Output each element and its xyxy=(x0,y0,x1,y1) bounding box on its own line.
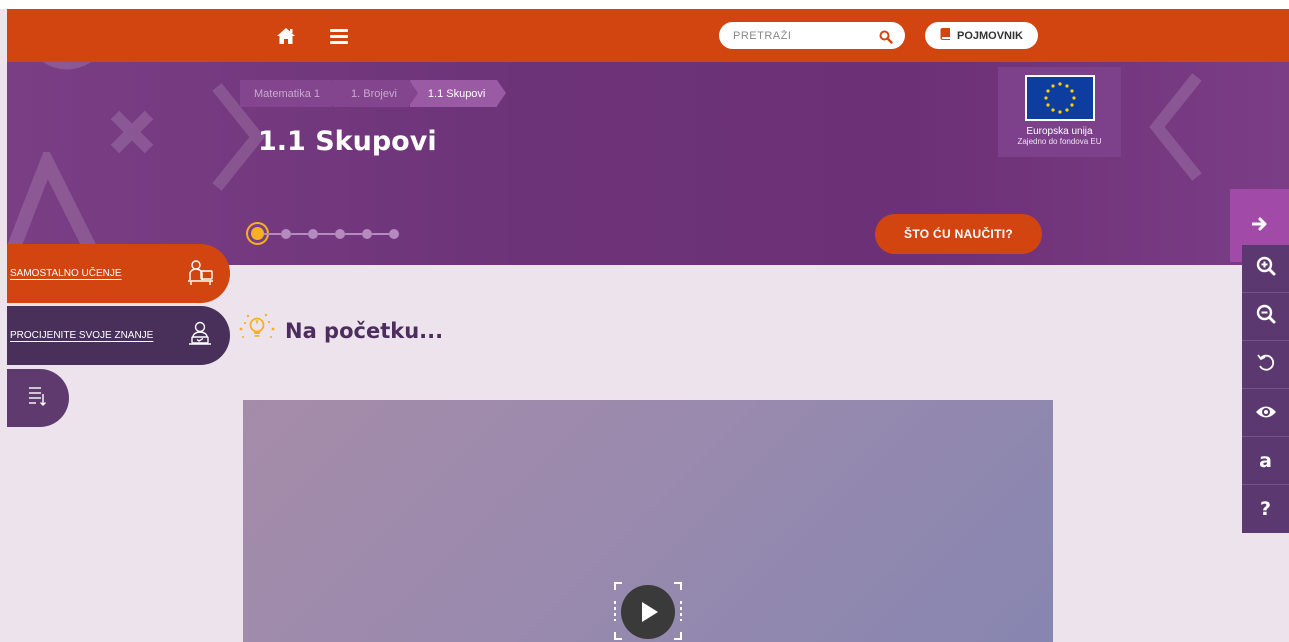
search-input[interactable] xyxy=(733,29,863,42)
step-dot[interactable] xyxy=(308,228,318,239)
step-dot[interactable] xyxy=(335,228,345,239)
eu-sublabel: Zajedno do fondova EU xyxy=(1017,137,1102,146)
step-dot[interactable] xyxy=(281,228,291,239)
play-button[interactable] xyxy=(612,580,684,642)
breadcrumb-item[interactable]: 1. Brojevi xyxy=(333,80,418,107)
help-button[interactable]: ? xyxy=(1242,485,1289,533)
video-player[interactable] xyxy=(243,400,1053,642)
student-test-icon xyxy=(186,320,214,348)
breadcrumb-item-current[interactable]: 1.1 Skupovi xyxy=(409,80,507,107)
search-box xyxy=(719,22,905,49)
zoom-out-icon xyxy=(1256,304,1276,329)
arrow-right-icon xyxy=(1251,216,1268,235)
book-icon xyxy=(940,28,951,43)
step-connector xyxy=(372,232,389,235)
zoom-out-button[interactable] xyxy=(1242,293,1289,341)
arc-decoration xyxy=(42,62,92,70)
home-icon[interactable] xyxy=(273,23,299,49)
hero-banner: Matematika 1 1. Brojevi 1.1 Skupovi 1.1 … xyxy=(7,62,1289,265)
zigzag-decoration-right xyxy=(1149,73,1202,181)
reset-icon xyxy=(1256,352,1276,377)
reset-button[interactable] xyxy=(1242,341,1289,389)
eu-label: Europska unija xyxy=(1026,126,1093,137)
help-icon: ? xyxy=(1259,498,1272,520)
glossary-button[interactable]: POJMOVNIK xyxy=(925,22,1038,49)
student-desk-icon xyxy=(186,258,214,286)
section-title: Na početku... xyxy=(285,319,444,343)
step-dot[interactable] xyxy=(362,228,372,239)
font-icon: a xyxy=(1259,449,1272,472)
step-connector xyxy=(291,232,308,235)
font-button[interactable]: a xyxy=(1242,437,1289,485)
step-connector xyxy=(345,232,362,235)
eu-logo: Europska unija Zajedno do fondova EU xyxy=(998,67,1121,157)
zoom-in-button[interactable] xyxy=(1242,245,1289,293)
step-dot-current[interactable] xyxy=(251,227,264,240)
contents-tab[interactable] xyxy=(7,369,69,427)
top-navbar: POJMOVNIK xyxy=(7,9,1289,62)
zoom-in-icon xyxy=(1256,256,1276,281)
eye-icon xyxy=(1255,402,1277,424)
assess-knowledge-label: PROCIJENITE SVOJE ZNANJE xyxy=(10,330,154,341)
glossary-label: POJMOVNIK xyxy=(956,29,1023,42)
breadcrumb-item[interactable]: Matematika 1 xyxy=(240,80,342,107)
section-heading: Na početku... xyxy=(237,312,443,350)
self-study-tab[interactable]: SAMOSTALNO UČENJE xyxy=(7,244,230,303)
step-connector xyxy=(318,232,335,235)
self-study-label: SAMOSTALNO UČENJE xyxy=(10,268,122,279)
search-icon[interactable] xyxy=(879,29,893,44)
assess-knowledge-tab[interactable]: PROCIJENITE SVOJE ZNANJE xyxy=(7,306,230,365)
eu-flag-icon xyxy=(1024,75,1095,121)
accessibility-toolbar: a ? xyxy=(1242,245,1289,533)
what-will-i-learn-button[interactable]: ŠTO ĆU NAUČITI? xyxy=(875,214,1042,254)
step-progress xyxy=(251,227,399,240)
page-title: 1.1 Skupovi xyxy=(258,126,437,157)
step-dot[interactable] xyxy=(389,228,399,239)
lightbulb-icon xyxy=(237,312,277,350)
contrast-button[interactable] xyxy=(1242,389,1289,437)
step-connector xyxy=(264,232,281,235)
breadcrumb: Matematika 1 1. Brojevi 1.1 Skupovi xyxy=(240,80,507,107)
cross-decoration xyxy=(110,110,154,154)
menu-icon[interactable] xyxy=(326,23,352,49)
window-top-strip xyxy=(0,0,1289,9)
list-sort-icon xyxy=(28,385,46,411)
